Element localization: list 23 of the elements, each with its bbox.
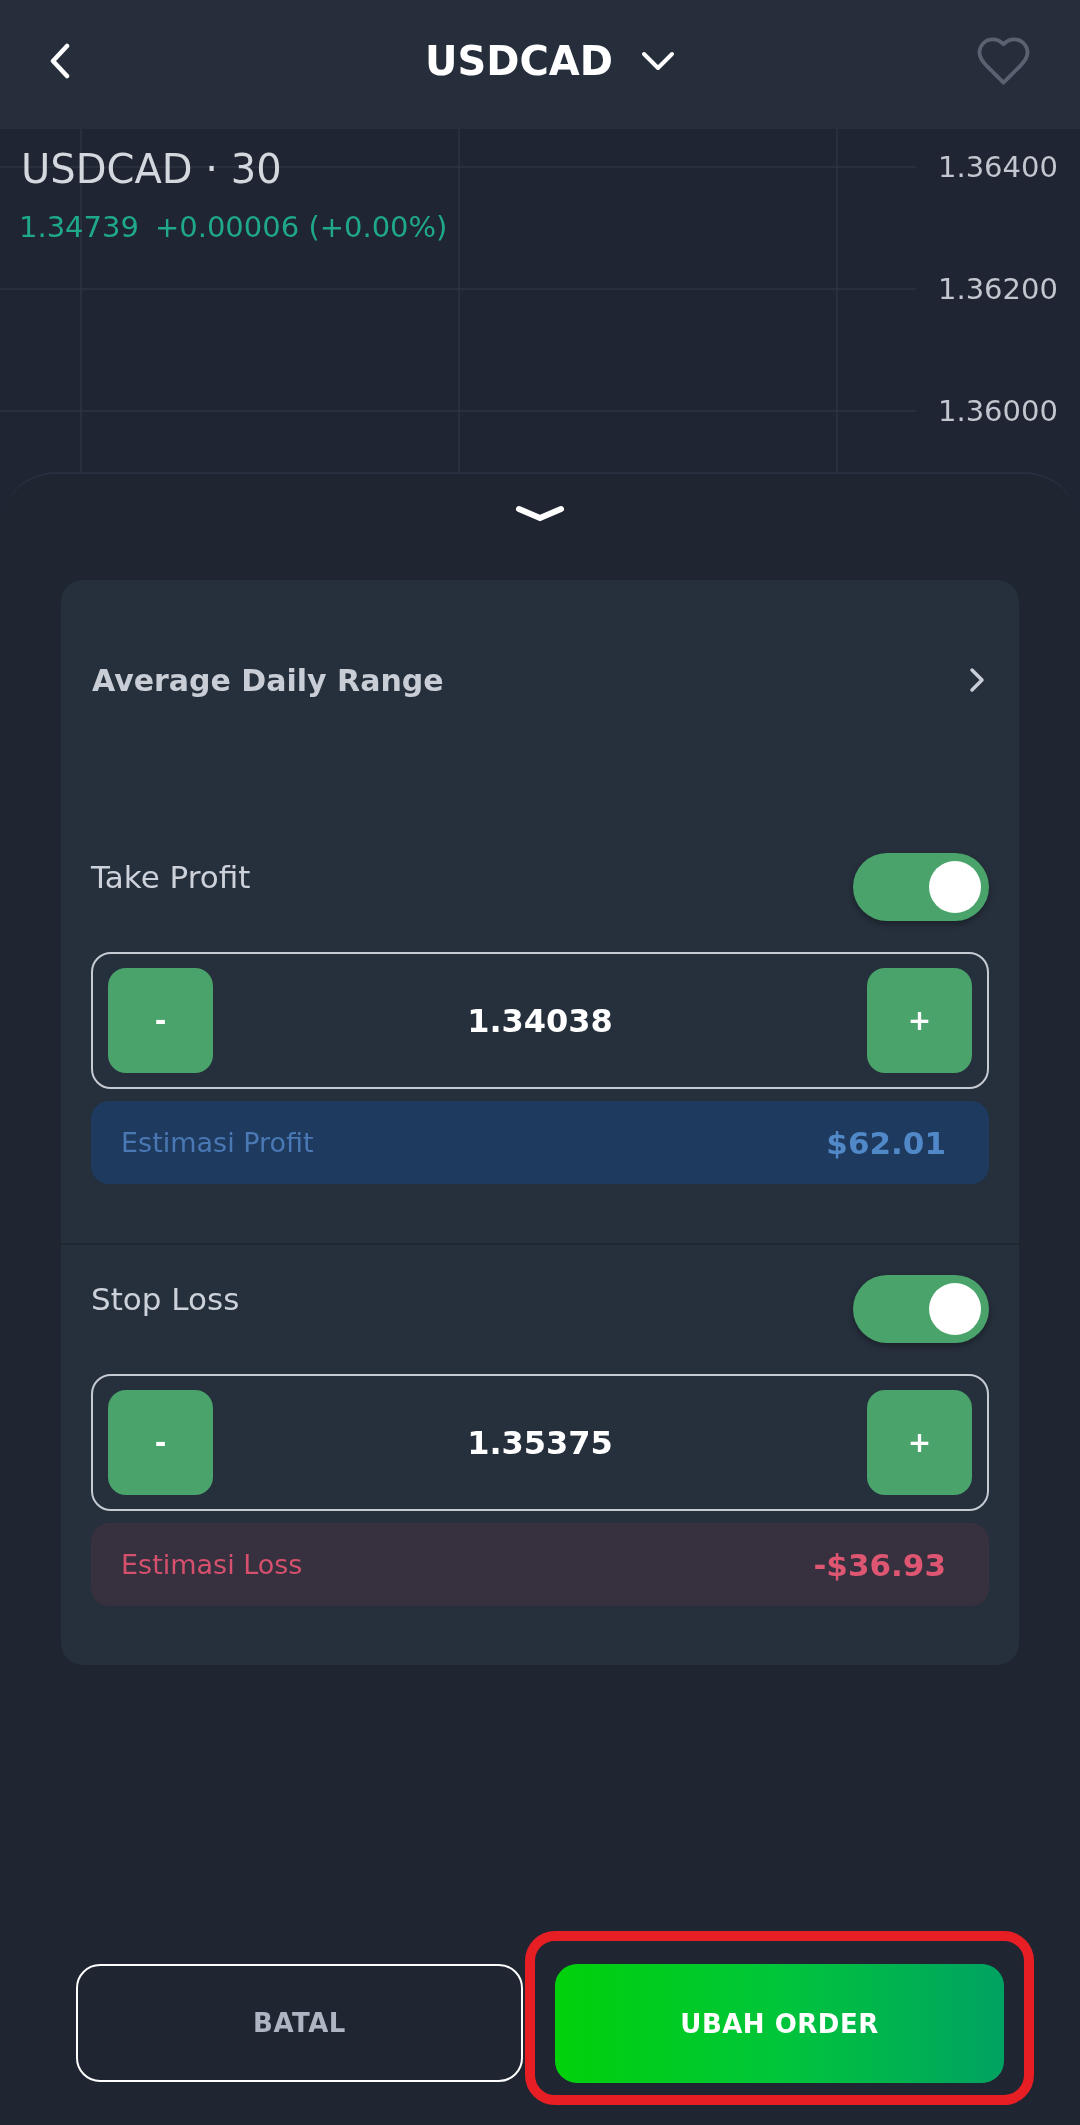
price-input[interactable]: 1.35375 bbox=[213, 1391, 867, 1494]
symbol-selector[interactable]: USDCAD bbox=[405, 35, 675, 86]
caret-icon bbox=[641, 50, 675, 71]
range-link[interactable]: Average Daily Range bbox=[92, 650, 985, 710]
estimate-label: Estimasi Profit bbox=[121, 1127, 314, 1158]
chevron-right-icon bbox=[969, 667, 985, 693]
estimate-amount: -$36.93 bbox=[813, 1546, 946, 1583]
toggle-switch[interactable] bbox=[853, 853, 989, 921]
toggle-switch[interactable] bbox=[853, 1275, 989, 1343]
back-icon[interactable] bbox=[50, 42, 70, 79]
cancel-button[interactable]: BATAL bbox=[76, 1964, 523, 2082]
price-axis-label: 1.36200 bbox=[938, 271, 1058, 308]
chart-symbol-label: USDCAD · 30 bbox=[21, 145, 282, 193]
chevron-down-icon[interactable] bbox=[515, 505, 565, 523]
price-axis-label: 1.36400 bbox=[938, 149, 1058, 186]
estimate-label: Estimasi Loss bbox=[121, 1549, 303, 1580]
price-input[interactable]: 1.34038 bbox=[213, 969, 867, 1072]
section-label: Take Profit bbox=[91, 858, 251, 897]
section-label: Stop Loss bbox=[91, 1280, 240, 1319]
price-change: +0.00006 (+0.00%) bbox=[154, 209, 448, 246]
last-price: 1.34739 bbox=[19, 209, 139, 246]
estimate-amount: $62.01 bbox=[826, 1124, 946, 1161]
price-axis-label: 1.36000 bbox=[938, 393, 1058, 430]
